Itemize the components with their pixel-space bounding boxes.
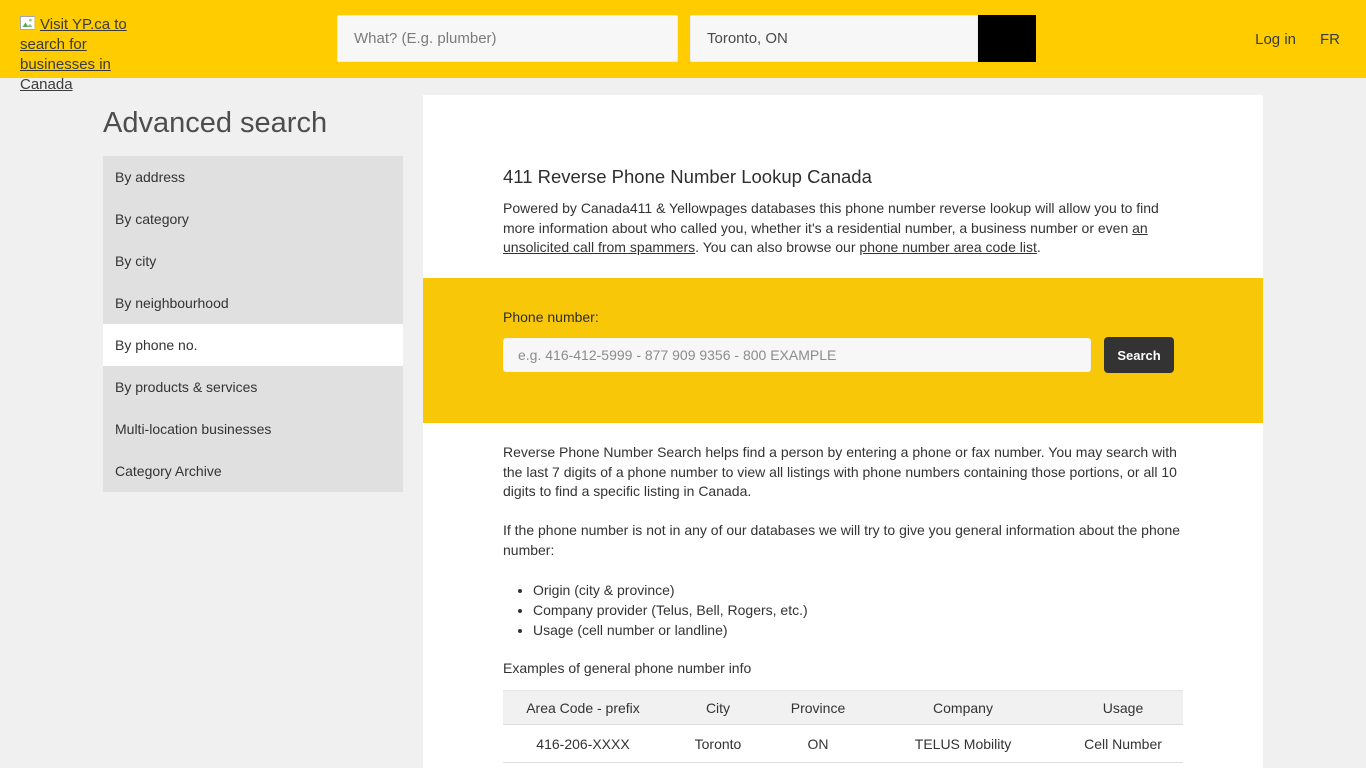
page: Visit YP.ca to search for businesses in … bbox=[0, 0, 1366, 768]
area-code-list-link[interactable]: phone number area code list bbox=[859, 239, 1036, 255]
sidebar-item-by-phone-no[interactable]: By phone no. bbox=[103, 324, 403, 366]
what-search-input[interactable] bbox=[337, 15, 678, 62]
table-header-row: Area Code - prefix City Province Company… bbox=[503, 691, 1183, 725]
sidebar-item-by-category[interactable]: By category bbox=[103, 198, 403, 240]
cell-company: TELUS Mobility bbox=[863, 725, 1063, 763]
col-header-area-code-prefix: Area Code - prefix bbox=[503, 691, 663, 725]
header-search-button[interactable] bbox=[978, 15, 1036, 62]
col-header-company: Company bbox=[863, 691, 1063, 725]
phone-search-button[interactable]: Search bbox=[1104, 337, 1174, 373]
bullet-usage: Usage (cell number or landline) bbox=[533, 621, 1153, 641]
sidebar-item-by-city[interactable]: By city bbox=[103, 240, 403, 282]
examples-table: Area Code - prefix City Province Company… bbox=[503, 690, 1183, 763]
description-paragraph-2: If the phone number is not in any of our… bbox=[503, 521, 1185, 560]
language-toggle-link[interactable]: FR bbox=[1320, 31, 1340, 48]
yp-logo-link[interactable]: Visit YP.ca to search for businesses in … bbox=[20, 15, 138, 95]
advanced-search-title: Advanced search bbox=[103, 107, 327, 140]
col-header-city: City bbox=[663, 691, 773, 725]
intro-paragraph: Powered by Canada411 & Yellowpages datab… bbox=[503, 199, 1185, 258]
intro-text-1: Powered by Canada411 & Yellowpages datab… bbox=[503, 200, 1159, 236]
sidebar-item-by-neighbourhood[interactable]: By neighbourhood bbox=[103, 282, 403, 324]
cell-city: Toronto bbox=[663, 725, 773, 763]
intro-text-2: . You can also browse our bbox=[695, 239, 859, 255]
cell-province: ON bbox=[773, 725, 863, 763]
table-row: 416-206-XXXX Toronto ON TELUS Mobility C… bbox=[503, 725, 1183, 763]
col-header-province: Province bbox=[773, 691, 863, 725]
sidebar-item-category-archive[interactable]: Category Archive bbox=[103, 450, 403, 492]
col-header-usage: Usage bbox=[1063, 691, 1183, 725]
sidebar-item-by-address[interactable]: By address bbox=[103, 156, 403, 198]
broken-image-icon bbox=[20, 16, 37, 31]
phone-lookup-box: Phone number: Search bbox=[423, 278, 1263, 423]
page-title: 411 Reverse Phone Number Lookup Canada bbox=[503, 166, 872, 188]
login-link[interactable]: Log in bbox=[1255, 31, 1296, 48]
header-links: Log in FR bbox=[1255, 31, 1340, 48]
phone-number-label: Phone number: bbox=[503, 309, 599, 325]
sidebar-item-by-products-services[interactable]: By products & services bbox=[103, 366, 403, 408]
phone-number-input[interactable] bbox=[503, 338, 1091, 372]
main-panel: 411 Reverse Phone Number Lookup Canada P… bbox=[423, 95, 1263, 768]
cell-area-code-prefix: 416-206-XXXX bbox=[503, 725, 663, 763]
advanced-search-menu: By address By category By city By neighb… bbox=[103, 156, 403, 492]
info-bullet-list: Origin (city & province) Company provide… bbox=[503, 581, 1153, 640]
top-header: Visit YP.ca to search for businesses in … bbox=[0, 0, 1366, 78]
intro-text-3: . bbox=[1037, 239, 1041, 255]
sidebar-item-multi-location-businesses[interactable]: Multi-location businesses bbox=[103, 408, 403, 450]
where-search-input[interactable] bbox=[690, 15, 978, 62]
cell-usage: Cell Number bbox=[1063, 725, 1183, 763]
bullet-origin: Origin (city & province) bbox=[533, 581, 1153, 601]
examples-caption: Examples of general phone number info bbox=[503, 660, 751, 676]
bullet-company-provider: Company provider (Telus, Bell, Rogers, e… bbox=[533, 601, 1153, 621]
description-paragraph-1: Reverse Phone Number Search helps find a… bbox=[503, 443, 1185, 502]
